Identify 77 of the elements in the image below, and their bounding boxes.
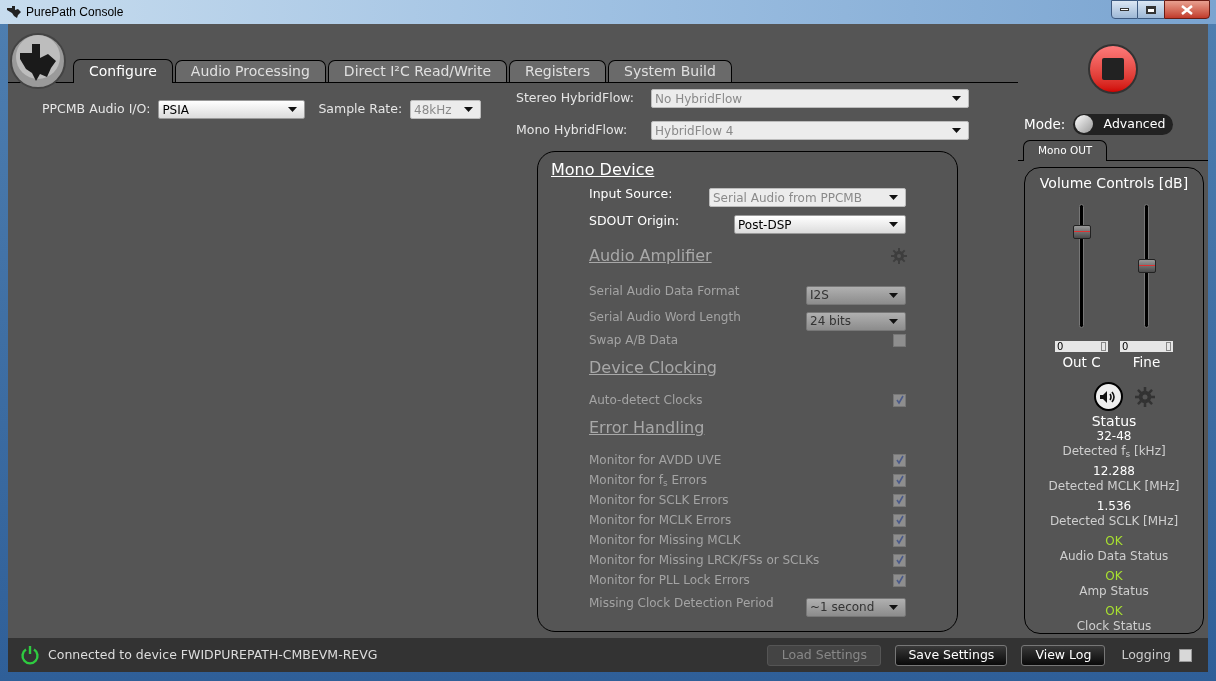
panel-title: Volume Controls [dB]	[1039, 174, 1189, 193]
window-title: PurePath Console	[26, 4, 124, 21]
close-icon	[1181, 4, 1193, 15]
spin-field[interactable]: 0	[1119, 340, 1174, 353]
field-label: Monitor for AVDD UVE	[589, 452, 722, 469]
status-label: Detected f$_{s}$ [kHz]	[1062, 444, 1166, 459]
field-label: Swap A/B Data	[589, 332, 679, 349]
speaker-button[interactable]	[1093, 382, 1123, 411]
status-value: OK	[1105, 604, 1123, 619]
field-label: Serial Audio Word Length	[589, 309, 741, 326]
status-message: Connected to device FWIDPUREPATH-CMBEVM-REVG	[48, 645, 378, 664]
slider-thumb[interactable]	[1138, 258, 1156, 273]
field-label: Serial Audio Data Format	[589, 283, 740, 300]
status-label: Detected SCLK [MHz]	[1049, 514, 1179, 529]
spin-field[interactable]: 0	[1054, 340, 1109, 353]
tab[interactable]: Direct I²C Read/Write	[327, 60, 508, 82]
field-label: Monitor for PLL Lock Errors	[589, 572, 750, 589]
status-value: 12.288	[1093, 464, 1135, 479]
field-label: Monitor for SCLK Errors	[589, 492, 729, 509]
field-label: Mode:	[1024, 114, 1066, 134]
caret-icon	[889, 195, 898, 200]
dropdown[interactable]: PSIA	[158, 100, 306, 119]
field-label: Auto-detect Clocks	[589, 392, 703, 409]
status-bar-button[interactable]: Save Settings	[895, 644, 1008, 666]
section-heading: Device Clocking	[589, 357, 717, 379]
field-label: Monitor for Missing LRCK/FSs or SCLKs	[589, 552, 820, 569]
field-label: Missing Clock Detection Period	[589, 595, 774, 612]
caret-icon	[952, 128, 961, 133]
field-label: Monitor for Missing MCLK	[589, 532, 741, 549]
field-label: Monitor for MCLK Errors	[589, 512, 732, 529]
field-label: SDOUT Origin:	[589, 212, 680, 230]
status-bar-button[interactable]: View Log	[1021, 644, 1106, 666]
power-icon	[20, 645, 40, 665]
close-button[interactable]	[1164, 0, 1210, 19]
tab[interactable]: Registers	[509, 60, 606, 82]
logo-icon	[10, 33, 66, 89]
field-label: Stereo HybridFlow:	[516, 89, 636, 108]
status-value: OK	[1105, 569, 1123, 584]
logo-icon	[6, 5, 22, 19]
checkbox-label: Logging	[1121, 645, 1171, 664]
status-value: 32-48	[1096, 429, 1132, 444]
field-label: Sample Rate:	[318, 100, 403, 118]
tab[interactable]: Audio Processing	[174, 60, 326, 82]
tab[interactable]: Configure	[73, 59, 173, 83]
caret-icon	[889, 222, 898, 227]
mode-toggle[interactable]: Advanced	[1073, 113, 1174, 135]
caret-icon	[952, 96, 961, 101]
field-label: Monitor for f$_{s}$ Errors	[589, 472, 707, 489]
status-label: Detected MCLK [MHz]	[1048, 479, 1180, 494]
dropdown[interactable]: Post-DSP	[734, 215, 906, 234]
status-label: Audio Data Status	[1059, 549, 1169, 564]
section-heading: Error Handling	[589, 417, 705, 439]
field-label: PPCMB Audio I/O:	[42, 100, 151, 118]
tab[interactable]: System Build	[608, 60, 732, 82]
caret-icon	[464, 107, 474, 112]
tab[interactable]: Mono OUT	[1023, 140, 1108, 161]
checkbox[interactable]	[1179, 648, 1192, 662]
slider-label: Fine	[1132, 353, 1161, 371]
speaker-icon	[1099, 389, 1117, 404]
status-label: Clock Status	[1076, 619, 1152, 634]
slider-label: Out C	[1062, 353, 1101, 371]
caret-icon	[889, 318, 898, 324]
caret-icon	[288, 107, 298, 112]
maximize-button[interactable]	[1138, 0, 1164, 19]
field-label: Mono HybridFlow:	[516, 121, 629, 140]
field-label: Input Source:	[589, 185, 673, 203]
panel-title: Mono Device	[551, 159, 655, 181]
status-value: OK	[1105, 534, 1123, 549]
status-value: 1.536	[1096, 499, 1132, 514]
stop-button[interactable]	[1088, 44, 1138, 94]
section-heading: Audio Amplifier	[589, 245, 712, 267]
status-label: Amp Status	[1079, 584, 1149, 599]
caret-icon	[889, 292, 898, 298]
caret-icon	[889, 604, 898, 610]
minimize-button[interactable]	[1111, 0, 1138, 19]
slider-thumb[interactable]	[1073, 224, 1091, 239]
status-heading: Status	[1091, 413, 1137, 429]
